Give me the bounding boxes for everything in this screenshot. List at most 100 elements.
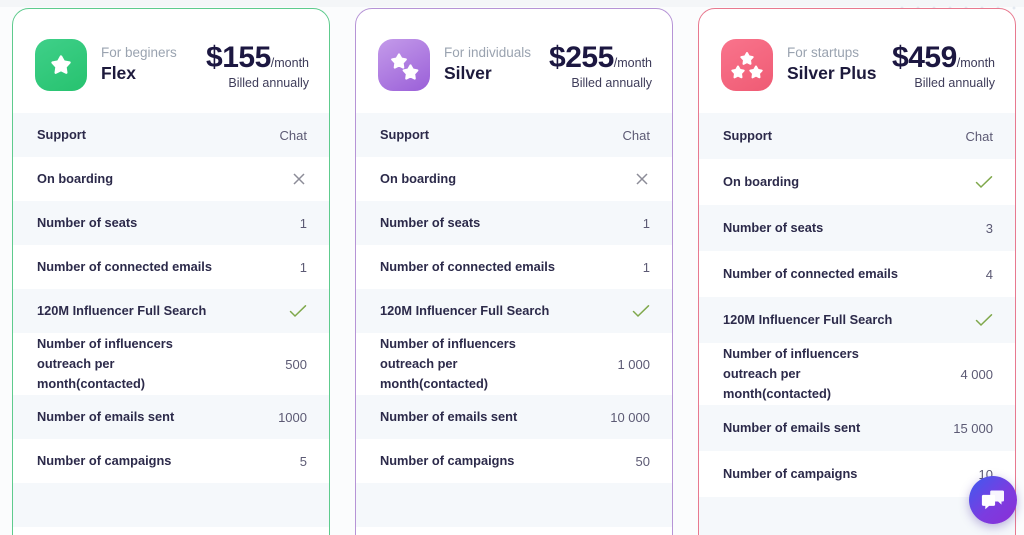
check-icon <box>975 313 993 327</box>
card-header: For beginers Flex $155/month Billed annu… <box>13 9 329 113</box>
star-icon <box>721 39 773 91</box>
feature-label: Number of influencers outreach per month… <box>380 336 516 391</box>
plan-billing-note: Billed annually <box>228 75 309 90</box>
feature-row-support: Support Chat <box>356 113 672 157</box>
cross-icon <box>634 171 650 187</box>
feature-row-seats: Number of seats 1 <box>356 201 672 245</box>
feature-row-support: Support Chat <box>13 113 329 157</box>
pricing-card-flex[interactable]: For beginers Flex $155/month Billed annu… <box>12 8 330 535</box>
check-icon <box>975 175 993 189</box>
feature-row-onboarding: On boarding <box>13 157 329 201</box>
feature-row-next-clipped <box>699 497 1015 535</box>
feature-row-seats: Number of seats 3 <box>699 205 1015 251</box>
feature-value: 1 <box>642 215 650 231</box>
feature-value: 1 000 <box>617 356 650 372</box>
feature-label: On boarding <box>37 171 114 187</box>
feature-label: Number of connected emails <box>380 259 555 275</box>
feature-value: Chat <box>965 128 993 144</box>
feature-row-outreach: Number of influencers outreach per month… <box>699 343 1015 405</box>
feature-row-full-search: 120M Influencer Full Search <box>13 289 329 333</box>
plan-tagline: For beginers <box>101 45 177 61</box>
feature-label: Number of seats <box>723 220 824 236</box>
feature-row-seats: Number of seats 1 <box>13 201 329 245</box>
feature-row-campaigns: Number of campaigns 10 <box>699 451 1015 497</box>
feature-value: 1 <box>299 215 307 231</box>
plan-billing-note: Billed annually <box>914 75 995 90</box>
feature-label: On boarding <box>380 171 457 187</box>
plan-price-period: /month <box>270 55 309 70</box>
feature-label: 120M Influencer Full Search <box>723 312 893 328</box>
plan-meta: For startups Silver Plus <box>787 44 877 86</box>
star-icon <box>378 39 430 91</box>
plan-price-period: /month <box>956 55 995 70</box>
feature-rows: Support Chat On boarding Number of seats… <box>13 113 329 527</box>
feature-row-emails-sent: Number of emails sent 1000 <box>13 395 329 439</box>
feature-row-outreach: Number of influencers outreach per month… <box>356 333 672 395</box>
feature-value: 4 <box>985 266 993 282</box>
feature-label: Number of emails sent <box>723 420 861 436</box>
feature-label: Number of campaigns <box>723 466 858 482</box>
feature-label: Number of seats <box>380 215 481 231</box>
feature-row-next-clipped <box>13 483 329 527</box>
plan-name: Silver <box>444 63 492 84</box>
feature-row-onboarding: On boarding <box>356 157 672 201</box>
plan-tagline: For individuals <box>444 45 532 61</box>
feature-rows: Support Chat On boarding Number of seats… <box>699 113 1015 535</box>
feature-row-campaigns: Number of campaigns 50 <box>356 439 672 483</box>
feature-row-full-search: 120M Influencer Full Search <box>699 297 1015 343</box>
feature-row-outreach: Number of influencers outreach per month… <box>13 333 329 395</box>
pricing-card-silver-plus[interactable]: For startups Silver Plus $459/month Bill… <box>698 8 1016 535</box>
feature-value: Chat <box>279 127 307 143</box>
feature-label: Support <box>723 128 773 144</box>
feature-value: 15 000 <box>953 420 993 436</box>
feature-label: Number of seats <box>37 215 138 231</box>
pricing-card-list: For beginers Flex $155/month Billed annu… <box>0 8 1024 535</box>
plan-price-block: $459/month Billed annually <box>892 41 997 90</box>
plan-name: Flex <box>101 63 137 84</box>
feature-row-onboarding: On boarding <box>699 159 1015 205</box>
feature-label: Number of influencers outreach per month… <box>723 346 859 401</box>
plan-name: Silver Plus <box>787 63 877 84</box>
feature-label: Number of emails sent <box>37 409 175 425</box>
feature-label: On boarding <box>723 174 800 190</box>
feature-row-support: Support Chat <box>699 113 1015 159</box>
feature-label: Support <box>37 127 87 143</box>
feature-row-full-search: 120M Influencer Full Search <box>356 289 672 333</box>
feature-label: Number of connected emails <box>37 259 212 275</box>
feature-row-connected-emails: Number of connected emails 1 <box>13 245 329 289</box>
check-icon <box>632 304 650 318</box>
plan-price: $255 <box>549 40 614 74</box>
feature-label: Number of influencers outreach per month… <box>37 336 173 391</box>
feature-row-emails-sent: Number of emails sent 10 000 <box>356 395 672 439</box>
feature-label: Number of campaigns <box>37 453 172 469</box>
feature-value: 1000 <box>278 409 307 425</box>
feature-value: 4 000 <box>960 366 993 382</box>
check-icon <box>289 304 307 318</box>
page-top-strip <box>0 0 1024 7</box>
chat-bubbles-icon[interactable] <box>969 476 1017 524</box>
plan-price: $459 <box>892 40 957 74</box>
feature-row-emails-sent: Number of emails sent 15 000 <box>699 405 1015 451</box>
feature-label: Support <box>380 127 430 143</box>
card-header: For startups Silver Plus $459/month Bill… <box>699 9 1015 113</box>
plan-meta: For individuals Silver <box>444 44 531 86</box>
feature-label: Number of campaigns <box>380 453 515 469</box>
pricing-page: For beginers Flex $155/month Billed annu… <box>0 0 1024 535</box>
feature-label: 120M Influencer Full Search <box>37 303 207 319</box>
feature-label: Number of emails sent <box>380 409 518 425</box>
feature-label: Number of connected emails <box>723 266 898 282</box>
feature-value: 5 <box>299 453 307 469</box>
feature-value: 1 <box>299 259 307 275</box>
feature-rows: Support Chat On boarding Number of seats… <box>356 113 672 527</box>
pricing-card-silver[interactable]: For individuals Silver $255/month Billed… <box>355 8 673 535</box>
card-header: For individuals Silver $255/month Billed… <box>356 9 672 113</box>
feature-label: 120M Influencer Full Search <box>380 303 550 319</box>
plan-meta: For beginers Flex <box>101 44 177 86</box>
plan-price-block: $155/month Billed annually <box>206 41 311 90</box>
feature-value: 500 <box>285 356 307 372</box>
plan-price-block: $255/month Billed annually <box>549 41 654 90</box>
cross-icon <box>291 171 307 187</box>
plan-price-period: /month <box>613 55 652 70</box>
feature-value: 10 000 <box>610 409 650 425</box>
feature-row-next-clipped <box>356 483 672 527</box>
